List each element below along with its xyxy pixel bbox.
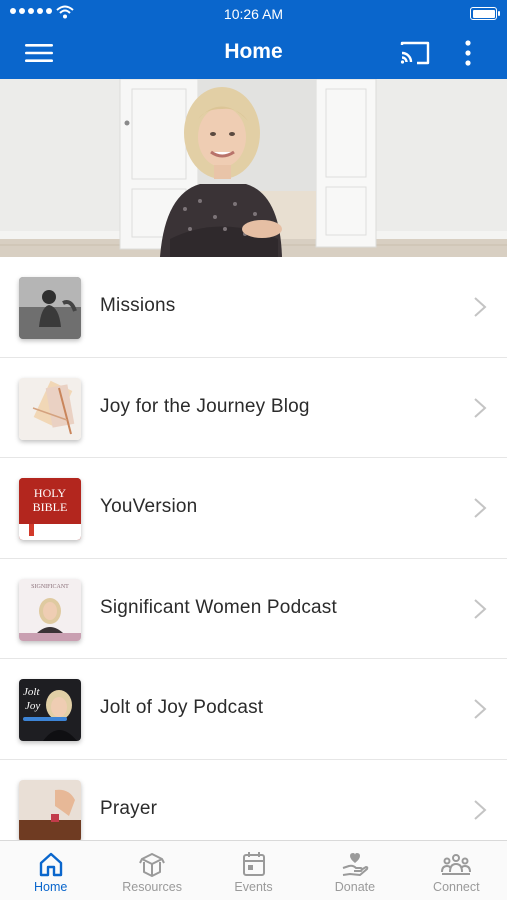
podcast-thumbnail: SIGNIFICANT — [19, 578, 81, 641]
hero-banner-image — [0, 79, 507, 257]
app-header: Home — [0, 27, 507, 79]
list-item-jolt-of-joy[interactable]: Jolt Joy Jolt of Joy Podcast — [0, 659, 507, 760]
bottom-tab-bar: Home Resources Events Donate Connect — [0, 840, 507, 900]
list-item-label: Prayer — [100, 797, 158, 819]
tab-label: Home — [34, 880, 68, 894]
tab-connect[interactable]: Connect — [406, 841, 507, 900]
chevron-right-icon — [474, 799, 487, 820]
tab-label: Donate — [334, 880, 376, 894]
hero-photo — [0, 79, 507, 257]
tab-events[interactable]: Events — [203, 841, 304, 900]
home-icon — [39, 852, 62, 877]
list-item-label: Jolt of Joy Podcast — [100, 697, 264, 718]
calendar-icon — [242, 852, 265, 876]
list-item-label: Joy for the Journey Blog — [100, 395, 310, 417]
jolt-thumb-line1: Jolt — [23, 686, 40, 698]
list-item-label: YouVersion — [100, 496, 198, 517]
list-item-significant-women[interactable]: SIGNIFICANT Significant Women Podcast — [0, 558, 507, 659]
jolt-thumb-line2: Joy — [25, 700, 40, 712]
status-time: 10:26 AM — [223, 6, 284, 22]
box-icon — [139, 853, 166, 877]
tab-label: Resources — [122, 880, 182, 894]
podcast-thumb-title: SIGNIFICANT — [31, 584, 69, 590]
list-item-youversion[interactable]: HOLY BIBLE YouVersion — [0, 458, 507, 559]
tab-donate[interactable]: Donate — [304, 841, 405, 900]
missions-thumbnail — [19, 277, 81, 339]
chevron-right-icon — [474, 297, 487, 317]
chevron-right-icon — [474, 498, 487, 518]
more-options-icon[interactable] — [458, 39, 478, 67]
list-item-blog[interactable]: Joy for the Journey Blog — [0, 357, 507, 458]
blog-thumbnail — [19, 377, 81, 440]
tab-label: Connect — [433, 880, 480, 894]
battery-icon — [470, 7, 500, 20]
prayer-thumbnail — [19, 779, 81, 842]
bible-app-thumbnail: HOLY BIBLE — [19, 478, 81, 540]
bible-thumb-line1: HOLY — [34, 486, 66, 500]
hamburger-menu-icon[interactable] — [20, 39, 58, 67]
list-item-missions[interactable]: Missions — [0, 257, 507, 358]
list-item-label: Significant Women Podcast — [100, 596, 337, 618]
jolt-podcast-thumbnail: Jolt Joy — [19, 679, 81, 741]
tab-resources[interactable]: Resources — [101, 841, 202, 900]
list-item-label: Missions — [100, 295, 176, 316]
chevron-right-icon — [474, 598, 487, 619]
people-icon — [441, 854, 472, 875]
cast-icon[interactable] — [398, 39, 432, 67]
chevron-right-icon — [474, 699, 487, 719]
chevron-right-icon — [474, 397, 487, 418]
status-bar: 10:26 AM — [0, 0, 507, 27]
tab-label: Events — [234, 880, 273, 894]
bible-thumb-line2: BIBLE — [33, 500, 68, 514]
home-menu-list: Missions Joy for the Journey Blog HOLY B… — [0, 257, 507, 860]
tab-home[interactable]: Home — [0, 841, 101, 900]
donate-hand-icon — [342, 853, 369, 876]
